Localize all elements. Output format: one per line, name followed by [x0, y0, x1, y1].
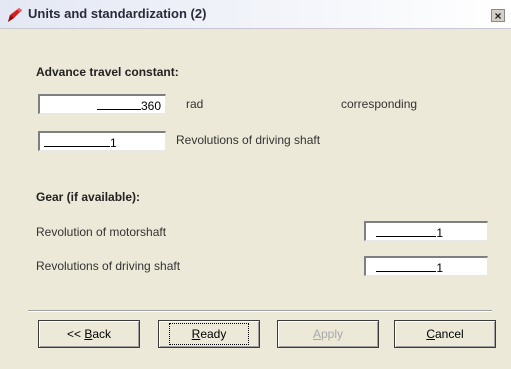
- back-mnemonic: B: [84, 327, 93, 341]
- ready-mnemonic: R: [191, 327, 201, 341]
- apply-mnemonic: A: [312, 327, 321, 341]
- unit-rad-label: rad: [186, 97, 204, 111]
- field-underline: [44, 134, 110, 147]
- gear-drivingshaft-value: 1: [436, 261, 443, 275]
- advance-value-rad: 360: [140, 99, 161, 113]
- gear-motorshaft-field[interactable]: 1: [364, 221, 488, 241]
- corresponding-label: corresponding: [341, 97, 418, 111]
- advance-value-rad-field[interactable]: 360: [38, 94, 166, 114]
- app-icon: [8, 8, 22, 22]
- back-button[interactable]: << Back: [38, 320, 140, 348]
- gear-motorshaft-label: Revolution of motorshaft: [36, 225, 167, 239]
- cancel-rest: ancel: [434, 327, 464, 341]
- field-underline: [376, 259, 437, 272]
- title-bar: Units and standardization (2) ×: [0, 0, 511, 29]
- gear-drivingshaft-field[interactable]: 1: [364, 256, 488, 276]
- separator: [28, 310, 492, 312]
- window-title: Units and standardization (2): [28, 6, 207, 21]
- gear-motorshaft-value: 1: [436, 226, 443, 240]
- ready-button[interactable]: Ready: [158, 320, 260, 348]
- gear-drivingshaft-label: Revolutions of driving shaft: [36, 259, 181, 273]
- advance-value-shaft-field[interactable]: 1: [38, 131, 166, 151]
- advance-section-title: Advance travel constant:: [36, 65, 179, 79]
- apply-rest: pply: [321, 327, 344, 341]
- cancel-mnemonic: C: [426, 327, 435, 341]
- field-underline: [96, 97, 141, 110]
- unit-shaft-label: Revolutions of driving shaft: [176, 133, 321, 147]
- back-rest: ack: [92, 327, 112, 341]
- cancel-button[interactable]: Cancel: [394, 320, 496, 348]
- ready-focus-ring: Ready: [168, 323, 250, 345]
- apply-button[interactable]: Apply: [277, 320, 379, 348]
- ready-rest: eady: [200, 327, 227, 341]
- gear-section-title: Gear (if available):: [36, 190, 141, 204]
- field-underline: [376, 224, 437, 237]
- back-prefix: <<: [66, 327, 85, 341]
- close-button[interactable]: ×: [491, 9, 505, 22]
- advance-value-shaft: 1: [110, 136, 117, 150]
